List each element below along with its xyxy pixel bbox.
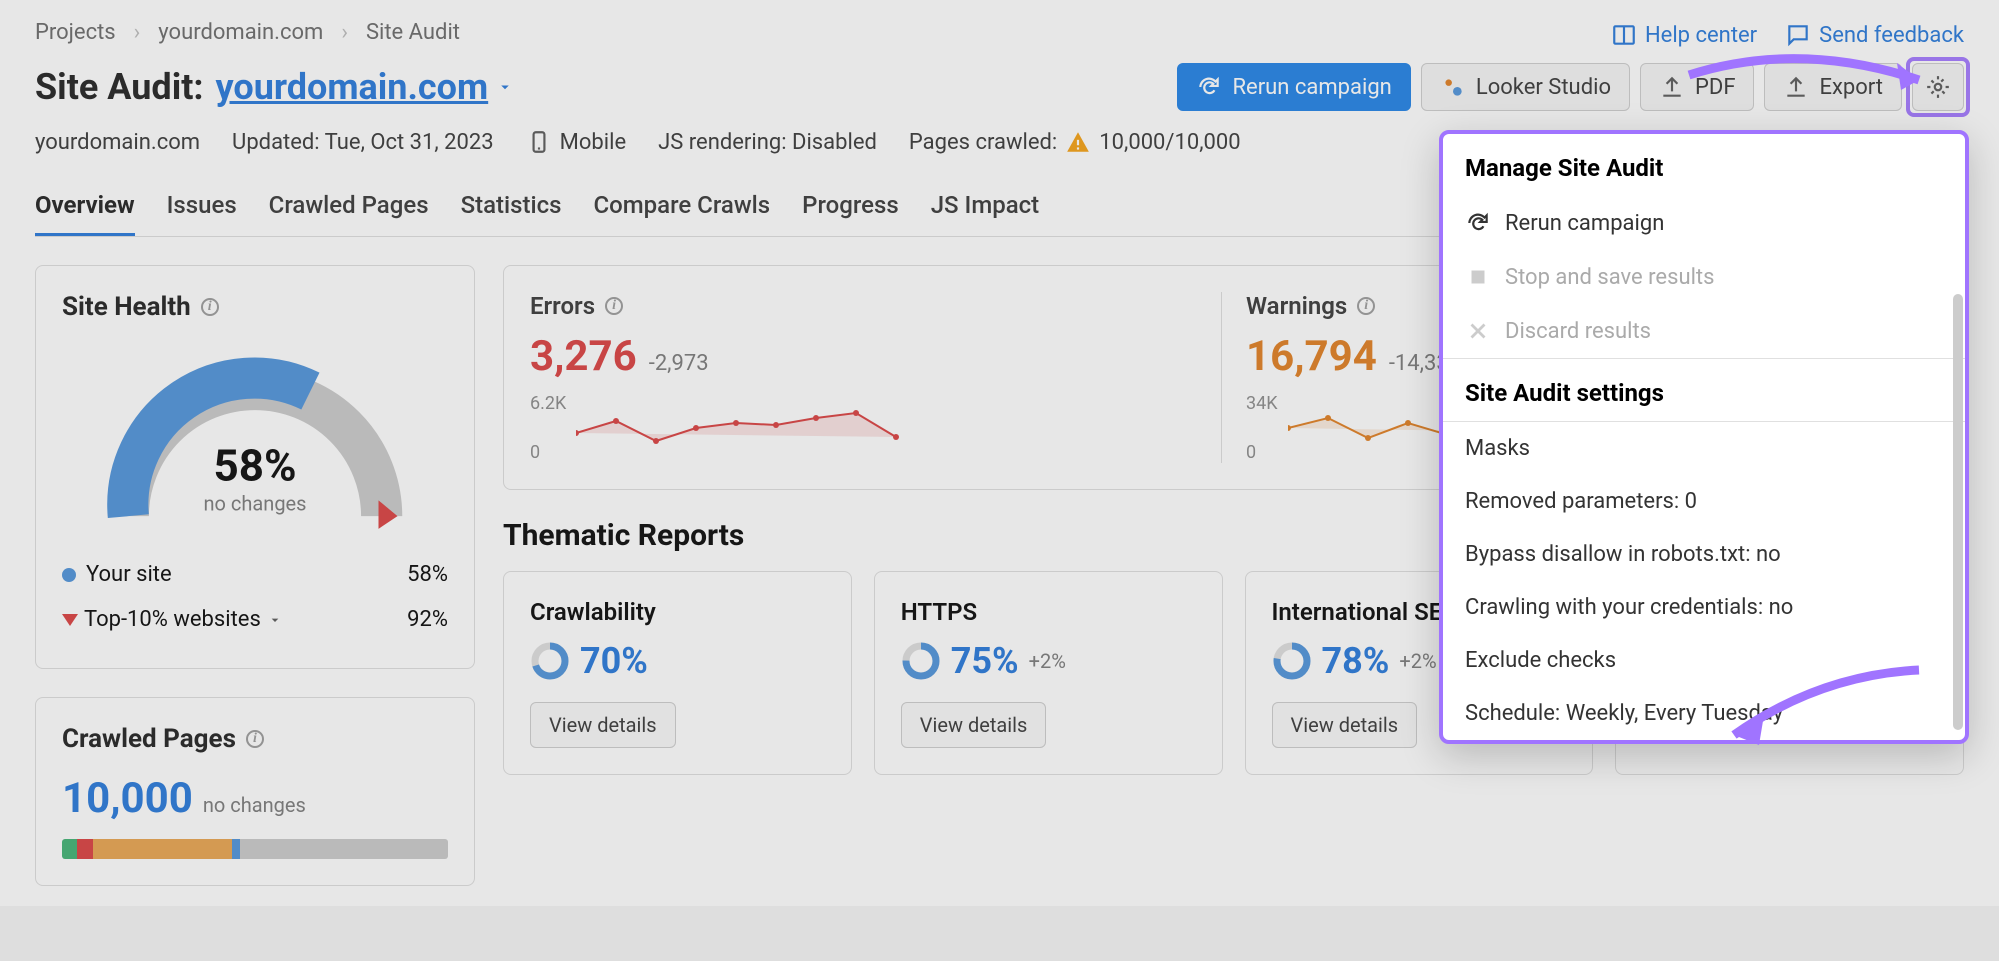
close-icon	[1465, 318, 1491, 344]
dd-settings-title: Site Audit settings	[1443, 359, 1965, 421]
dd-removed-params[interactable]: Removed parameters: 0	[1443, 475, 1965, 528]
settings-dropdown: Manage Site Audit Rerun campaign Stop an…	[1439, 130, 1969, 744]
dd-discard: Discard results	[1443, 304, 1965, 358]
refresh-icon	[1465, 210, 1491, 236]
dd-exclude-checks[interactable]: Exclude checks	[1443, 634, 1965, 687]
dd-bypass-robots[interactable]: Bypass disallow in robots.txt: no	[1443, 528, 1965, 581]
dd-stop-label: Stop and save results	[1505, 265, 1714, 290]
dd-masks[interactable]: Masks	[1443, 422, 1965, 475]
dd-schedule[interactable]: Schedule: Weekly, Every Tuesday	[1443, 687, 1965, 740]
stop-icon	[1465, 264, 1491, 290]
dd-credentials[interactable]: Crawling with your credentials: no	[1443, 581, 1965, 634]
dd-rerun-campaign[interactable]: Rerun campaign	[1443, 196, 1965, 250]
dd-stop-save: Stop and save results	[1443, 250, 1965, 304]
dd-rerun-label: Rerun campaign	[1505, 211, 1664, 236]
dd-discard-label: Discard results	[1505, 319, 1651, 344]
dd-manage-title: Manage Site Audit	[1443, 134, 1965, 196]
scrollbar[interactable]	[1953, 294, 1963, 730]
